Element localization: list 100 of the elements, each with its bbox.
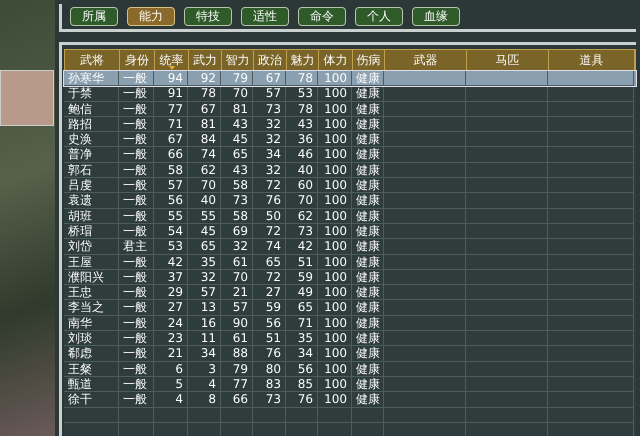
- table-cell: 健康: [356, 162, 380, 178]
- table-cell: 53: [298, 86, 313, 101]
- table-cell: 32: [232, 239, 248, 254]
- table-cell: 健康: [356, 331, 380, 346]
- table-cell: 一般: [123, 116, 147, 132]
- table-row[interactable]: 刘琰 一般 23 11 61 51 35 100 健康: [64, 331, 636, 346]
- table-cell: 54: [168, 224, 183, 238]
- table-cell: 34: [200, 346, 216, 361]
- table-cell: 59: [298, 270, 313, 284]
- table-row[interactable]: 袁遗 一般 56 40 73 76 70 100 健康: [64, 193, 636, 209]
- table-cell: 一般: [123, 224, 147, 238]
- table-cell: 79: [232, 362, 248, 376]
- table-cell: 35: [200, 254, 216, 269]
- table-cell: 8: [208, 392, 216, 407]
- table-cell: 43: [232, 162, 248, 178]
- table-cell: 65: [200, 239, 216, 254]
- table-row[interactable]: 鲍信 一般 77 67 81 73 78 100 健康: [64, 102, 636, 117]
- table-cell: 100: [324, 71, 347, 86]
- table-row[interactable]: 郭石 一般 58 62 43 32 40 100 健康: [64, 162, 636, 178]
- table-row[interactable]: 胡班 一般 55 55 58 50 62 100 健康: [64, 208, 636, 224]
- table-cell: 100: [324, 132, 347, 146]
- tab[interactable]: 个人: [355, 7, 403, 26]
- table-row[interactable]: 史涣 一般 67 84 45 32 36 100 健康: [64, 132, 636, 148]
- table-cell: 路招: [68, 116, 92, 132]
- table-cell: 32: [200, 270, 216, 284]
- table-cell: 81: [232, 102, 248, 116]
- tab[interactable]: 所属: [70, 7, 118, 26]
- table-cell: 刘琰: [68, 331, 92, 346]
- table-row[interactable]: 濮阳兴 一般 37 32 70 72 59 100 健康: [64, 270, 636, 286]
- table-cell: 一般: [123, 376, 147, 392]
- table-cell: 74: [200, 147, 216, 162]
- table-cell: 健康: [356, 224, 380, 238]
- table-cell: 100: [324, 316, 347, 330]
- table-cell: 一般: [123, 331, 147, 346]
- table-cell: 92: [200, 71, 216, 86]
- table-row[interactable]: 甄道 一般 5 4 77 83 85 100 健康: [64, 376, 636, 392]
- table-cell: 45: [200, 224, 216, 238]
- table-cell: 一般: [123, 193, 147, 208]
- table-row[interactable]: 郗虑 一般 21 34 88 76 34 100 健康: [64, 346, 636, 362]
- table-cell: 79: [232, 71, 248, 86]
- table-cell: 徐干: [68, 392, 92, 407]
- tab[interactable]: 能力: [127, 7, 175, 26]
- tab[interactable]: 命令: [298, 7, 346, 26]
- table-row[interactable]: 李当之 一般 27 13 57 59 65 100 健康: [64, 300, 636, 316]
- table-cell: 鲍信: [68, 102, 92, 116]
- table-cell: 91: [168, 86, 183, 101]
- table-cell: 77: [232, 376, 248, 392]
- table-cell: 一般: [123, 254, 147, 269]
- table-cell: 73: [232, 193, 248, 208]
- table-cell: 81: [200, 116, 216, 132]
- table-cell: 67: [168, 132, 183, 146]
- table-cell: 66: [168, 147, 183, 162]
- table-row[interactable]: 普净 一般 66 74 65 34 46 100 健康: [64, 147, 636, 163]
- table-cell: 73: [266, 392, 281, 407]
- table-cell: 100: [324, 270, 347, 284]
- table-cell: 65: [298, 300, 313, 315]
- table-cell: 71: [168, 116, 183, 132]
- table-row[interactable]: 王屋 一般 42 35 61 65 51 100 健康: [64, 254, 636, 270]
- table-cell: 61: [232, 331, 248, 346]
- table-cell: 53: [168, 239, 183, 254]
- table-cell: 一般: [123, 346, 147, 361]
- tab[interactable]: 特技: [184, 7, 232, 26]
- table-cell: 一般: [123, 71, 147, 86]
- table-cell: 健康: [356, 147, 380, 162]
- table-cell: 一般: [123, 208, 147, 223]
- table-row[interactable]: 于禁 一般 91 78 70 57 53 100 健康: [64, 86, 636, 102]
- table-row[interactable]: 南华 一般 24 16 90 56 71 100 健康: [64, 316, 636, 332]
- table-cell: 健康: [356, 285, 380, 300]
- table-cell: 11: [200, 331, 216, 346]
- table-cell: 90: [232, 316, 248, 330]
- table-cell: 65: [266, 254, 281, 269]
- table-row[interactable]: 王忠 一般 29 57 21 27 49 100 健康: [64, 285, 636, 300]
- table-cell: 健康: [356, 102, 380, 116]
- table-cell: 58: [232, 178, 248, 192]
- table-cell: 100: [324, 208, 347, 223]
- table-row[interactable]: 徐干 一般 4 8 66 73 76 100 健康: [64, 392, 636, 408]
- table-row[interactable]: 桥瑁 一般 54 45 69 72 73 100 健康: [64, 224, 636, 240]
- table-cell: 刘岱: [68, 239, 92, 254]
- table-row[interactable]: 路招 一般 71 81 43 32 43 100 健康: [64, 116, 636, 132]
- table-cell: 100: [324, 116, 347, 132]
- table-cell: 94: [168, 71, 183, 86]
- table-row[interactable]: 王粲 一般 6 3 79 80 56 100 健康: [64, 362, 636, 377]
- table-cell: 65: [232, 147, 248, 162]
- table-cell: 5: [175, 376, 183, 392]
- table-cell: 70: [298, 193, 313, 208]
- table-cell: 83: [266, 376, 281, 392]
- table-row[interactable]: 吕虔 一般 57 70 58 72 60 100 健康: [64, 178, 636, 194]
- table-cell: 王粲: [68, 362, 92, 376]
- table-cell: 100: [324, 300, 347, 315]
- table-cell: 73: [298, 224, 313, 238]
- table-cell: 21: [232, 285, 248, 300]
- table-cell: 29: [168, 285, 183, 300]
- table-cell: 健康: [356, 193, 380, 208]
- table-cell: 100: [324, 102, 347, 116]
- table-row[interactable]: 刘岱 君主 53 65 32 74 42 100 健康: [64, 239, 636, 255]
- table-cell: 健康: [356, 132, 380, 146]
- table-cell: 46: [298, 147, 313, 162]
- table-cell: 100: [324, 224, 347, 238]
- tab[interactable]: 血缘: [412, 7, 460, 26]
- tab[interactable]: 适性: [241, 7, 289, 26]
